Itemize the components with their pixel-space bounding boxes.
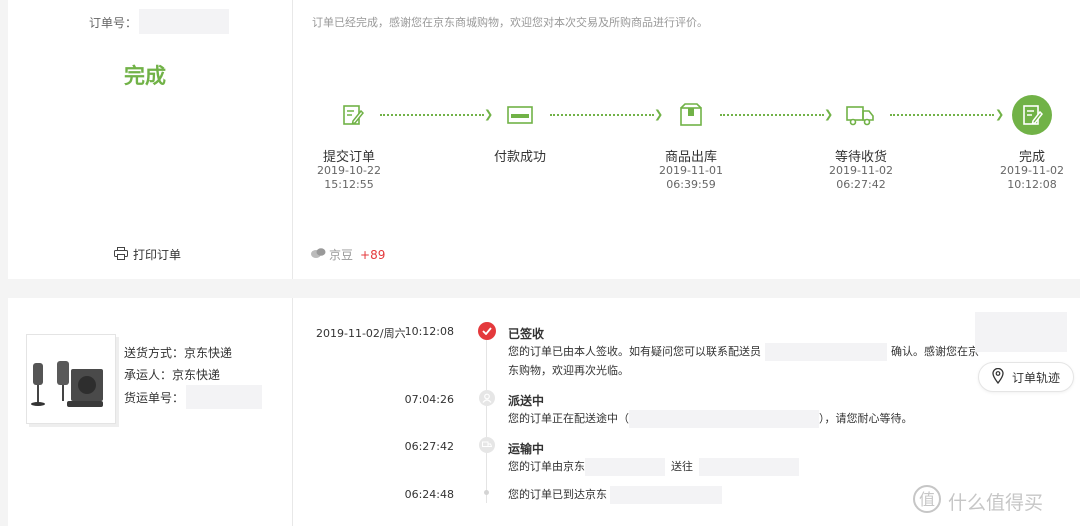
desc-text: ），请您耐心等待。 xyxy=(819,412,913,425)
timeline-desc: 您的订单由京东 送往 xyxy=(508,458,799,476)
print-order-label: 打印订单 xyxy=(133,248,182,262)
order-number-value xyxy=(139,9,229,34)
timeline-title: 派送中 xyxy=(508,394,545,408)
order-number-label: 订单号： xyxy=(89,16,138,30)
jd-beans-reward: 京豆 +89 xyxy=(310,246,385,263)
step-label: 完成 xyxy=(1018,150,1045,165)
timeline-line xyxy=(486,335,487,503)
watermark-logo-icon: 值 xyxy=(912,484,942,519)
step-time: 06:27:42 xyxy=(836,178,886,191)
beans-label: 京豆 xyxy=(329,248,354,262)
site-watermark: 值 什么值得买 xyxy=(912,484,1043,519)
shipping-method: 送货方式：京东快递 xyxy=(124,346,233,360)
redacted-location xyxy=(699,458,799,476)
desc-text: 您的订单已到达京东 xyxy=(508,488,607,501)
step-time: 10:12:08 xyxy=(1007,178,1057,191)
timeline-desc: 您的订单正在配送途中（ ），请您耐心等待。 xyxy=(508,410,913,428)
arrow-right-icon: ❯ xyxy=(484,108,494,121)
step-time: 06:39:59 xyxy=(666,178,716,191)
desc-text: 您的订单由京东 xyxy=(508,460,585,473)
step-label: 商品出库 xyxy=(664,150,717,165)
bean-icon xyxy=(310,247,326,262)
tracking-number-value xyxy=(186,385,262,409)
redacted-courier xyxy=(629,410,819,428)
order-summary-panel xyxy=(8,0,1080,279)
arrow-right-icon: ❯ xyxy=(654,108,664,121)
printer-icon xyxy=(114,246,128,263)
step-label: 付款成功 xyxy=(493,150,546,165)
print-order-button[interactable]: 打印订单 xyxy=(114,246,181,263)
timeline-time: 07:04:26 xyxy=(404,393,454,406)
package-icon xyxy=(671,95,711,135)
step-date: 2019-11-02 xyxy=(829,164,893,177)
order-status: 完成 xyxy=(124,64,166,88)
timeline-title: 运输中 xyxy=(508,442,545,456)
timeline-date: 2019-11-02/周六 xyxy=(316,327,406,340)
product-thumbnail[interactable] xyxy=(26,334,116,424)
desc-text: 您的订单已由本人签收。如有疑问您可以联系配送员 xyxy=(508,345,761,358)
beans-value: +89 xyxy=(360,247,386,262)
payment-card-icon xyxy=(500,95,540,135)
timeline-time: 06:24:48 xyxy=(404,488,454,501)
redacted-location xyxy=(610,486,722,504)
progress-connector xyxy=(380,114,484,116)
timeline-time: 10:12:08 xyxy=(404,325,454,338)
complete-icon xyxy=(1012,95,1052,135)
divider xyxy=(292,0,293,279)
desc-text: 送往 xyxy=(671,460,693,473)
redacted-area xyxy=(975,312,1067,352)
location-pin-icon xyxy=(992,367,1004,387)
order-tracking-label: 订单轨迹 xyxy=(1011,370,1060,385)
step-date: 2019-10-22 xyxy=(317,164,381,177)
timeline-dot xyxy=(484,490,489,495)
delivery-person-icon xyxy=(479,390,495,406)
shipping-carrier: 承运人：京东快递 xyxy=(124,368,221,382)
timeline-desc: 您的订单已到达京东 xyxy=(508,486,722,504)
tracking-number-label: 货运单号： xyxy=(124,391,185,405)
desc-text: 确认。感谢您在京 xyxy=(891,345,979,358)
step-date: 2019-11-02 xyxy=(1000,164,1064,177)
transit-icon xyxy=(479,437,495,453)
timeline-desc: 您的订单已由本人签收。如有疑问您可以联系配送员 确认。感谢您在京 xyxy=(508,343,979,361)
desc-text: 您的订单正在配送途中（ xyxy=(508,412,629,425)
progress-connector xyxy=(720,114,824,116)
arrow-right-icon: ❯ xyxy=(995,108,1005,121)
progress-connector xyxy=(890,114,994,116)
step-label: 提交订单 xyxy=(322,150,375,165)
edit-order-icon xyxy=(333,95,373,135)
timeline-time: 06:27:42 xyxy=(404,440,454,453)
redacted-courier xyxy=(765,343,887,361)
step-label: 等待收货 xyxy=(834,150,887,165)
order-tracking-button[interactable]: 订单轨迹 xyxy=(978,362,1074,392)
truck-icon xyxy=(840,95,880,135)
timeline-desc-cont: 东购物，欢迎再次光临。 xyxy=(508,364,629,377)
svg-text:值: 值 xyxy=(919,490,935,509)
check-icon xyxy=(478,322,496,340)
step-time: 15:12:55 xyxy=(324,178,374,191)
order-notice: 订单已经完成，感谢您在京东商城购物，欢迎您对本次交易及所购商品进行评价。 xyxy=(312,16,708,29)
progress-connector xyxy=(550,114,654,116)
timeline-title: 已签收 xyxy=(508,327,545,341)
step-date: 2019-11-01 xyxy=(659,164,723,177)
watermark-text: 什么值得买 xyxy=(948,492,1044,514)
arrow-right-icon: ❯ xyxy=(824,108,834,121)
divider xyxy=(292,298,293,526)
redacted-location xyxy=(585,458,665,476)
